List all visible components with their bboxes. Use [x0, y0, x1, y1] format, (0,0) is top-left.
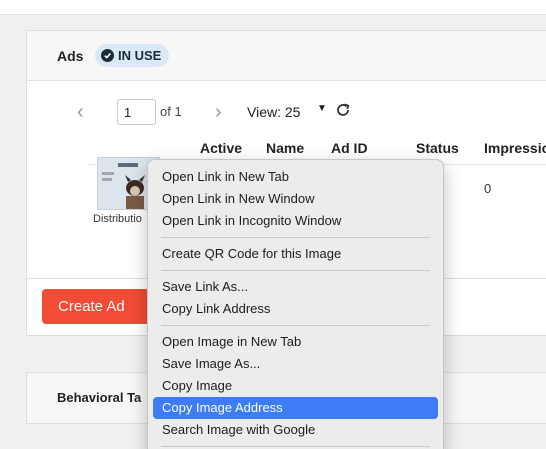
menu-open-link-new-tab[interactable]: Open Link in New Tab	[153, 166, 438, 188]
refresh-icon[interactable]	[335, 102, 351, 118]
status-badge-label: IN USE	[118, 48, 162, 63]
pagination-bar: ‹ of 1 › View: 25 ▼	[27, 98, 546, 128]
col-impressions[interactable]: Impressio	[484, 140, 546, 156]
page-count-text: of 1	[160, 104, 182, 119]
menu-separator	[161, 270, 430, 271]
create-ad-button[interactable]: Create Ad	[42, 289, 160, 324]
chevron-right-icon[interactable]: ›	[215, 102, 222, 122]
view-size-label: View: 25	[247, 104, 301, 120]
menu-copy-image[interactable]: Copy Image	[153, 375, 438, 397]
menu-separator	[161, 237, 430, 238]
chevron-left-icon[interactable]: ‹	[77, 102, 84, 122]
page-number-input[interactable]	[117, 99, 156, 125]
menu-separator	[161, 325, 430, 326]
status-badge: IN USE	[95, 44, 170, 67]
menu-open-image-new-tab[interactable]: Open Image in New Tab	[153, 331, 438, 353]
menu-open-link-new-window[interactable]: Open Link in New Window	[153, 188, 438, 210]
cell-impressions: 0	[484, 181, 492, 196]
menu-create-qr-code[interactable]: Create QR Code for this Image	[153, 243, 438, 265]
ad-thumbnail-label: Distributio	[93, 213, 142, 225]
menu-search-image-google[interactable]: Search Image with Google	[153, 419, 438, 441]
menu-copy-link-address[interactable]: Copy Link Address	[153, 298, 438, 320]
menu-open-link-incognito[interactable]: Open Link in Incognito Window	[153, 210, 438, 232]
col-active[interactable]: Active	[200, 140, 242, 156]
menu-copy-image-address[interactable]: Copy Image Address	[153, 397, 438, 419]
menu-save-image-as[interactable]: Save Image As...	[153, 353, 438, 375]
check-circle-icon	[101, 49, 114, 62]
col-ad-id[interactable]: Ad ID	[331, 140, 368, 156]
col-status[interactable]: Status	[416, 140, 459, 156]
menu-separator	[161, 446, 430, 447]
top-strip	[0, 0, 546, 15]
menu-save-link-as[interactable]: Save Link As...	[153, 276, 438, 298]
ads-header: Ads IN USE	[27, 31, 546, 81]
caret-down-icon[interactable]: ▼	[317, 103, 327, 114]
ads-section-title: Ads	[57, 48, 84, 64]
behavioral-section-title: Behavioral Ta	[57, 390, 142, 405]
col-name[interactable]: Name	[266, 140, 304, 156]
context-menu: Open Link in New Tab Open Link in New Wi…	[147, 159, 444, 449]
